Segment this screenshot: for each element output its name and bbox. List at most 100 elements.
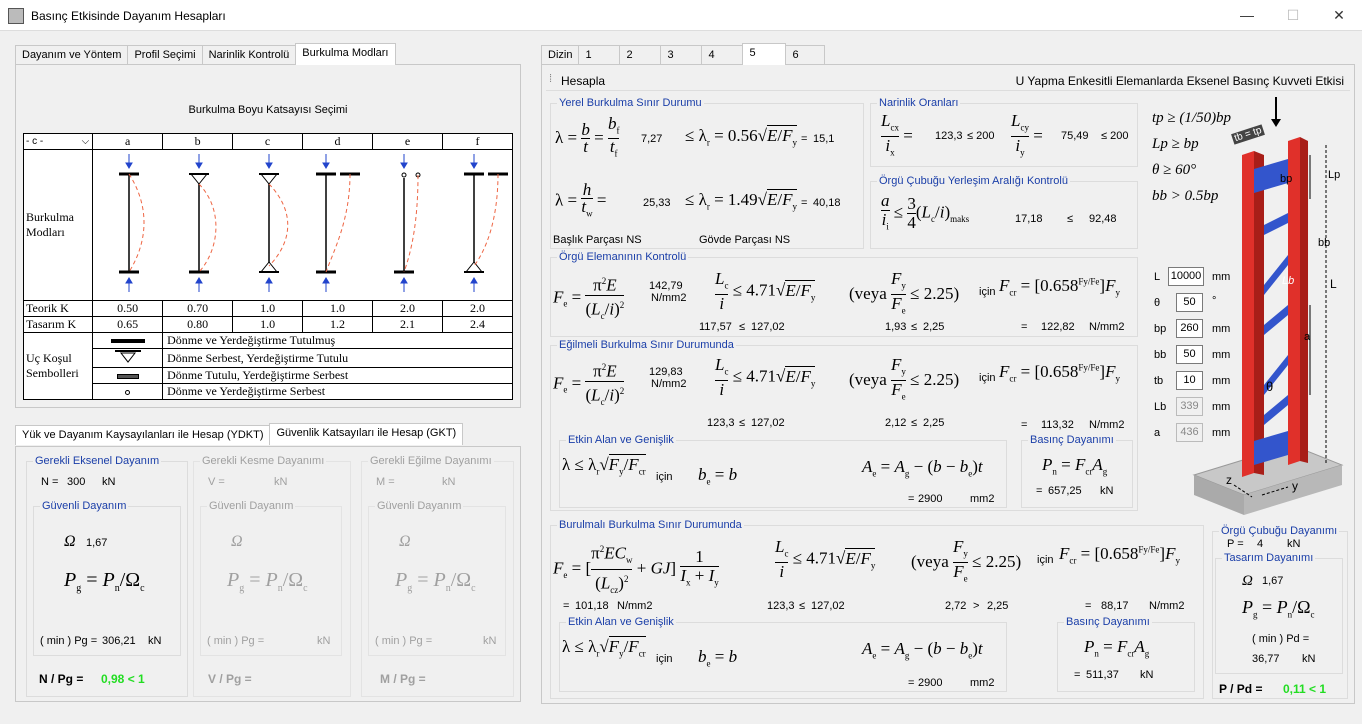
tab-5[interactable]: 5 xyxy=(742,43,787,65)
teorik-e: 2.0 xyxy=(372,300,443,317)
ls-omega-symbol: Ω xyxy=(1242,573,1253,589)
shear-pg-label: ( min ) Pg = xyxy=(207,635,265,647)
pg-value: 306,21 xyxy=(102,635,136,647)
flex-fcr-unit: N/mm2 xyxy=(1089,419,1125,431)
teorik-c: 1.0 xyxy=(232,300,304,317)
tasarim-c: 1.0 xyxy=(232,316,304,333)
ls-design-title: Tasarım Dayanımı xyxy=(1222,552,1316,564)
flex-fe-formula: Fe = π2E (Lc/i)2 xyxy=(553,358,625,411)
dim-lb-label: Lb xyxy=(1154,401,1167,413)
tab-dizin[interactable]: Dizin xyxy=(541,45,580,65)
lacing-s2-op: ≤ xyxy=(911,321,918,333)
pg-unit: kN xyxy=(148,635,162,647)
k-select[interactable]: - c - ⌵ xyxy=(22,133,94,150)
tab-narinlik-kontrolu[interactable]: Narinlik Kontrolü xyxy=(201,45,297,65)
tab-profil-secimi[interactable]: Profil Seçimi xyxy=(127,45,203,65)
col-b: b xyxy=(162,133,234,150)
basinc1-title: Basınç Dayanımı xyxy=(1028,434,1116,446)
flex-fe-unit: N/mm2 xyxy=(651,378,687,390)
tors-s2: 2,72 xyxy=(945,600,967,612)
tors-lc-formula: Lc i ≤ 4.71√E/Fy xyxy=(775,537,876,582)
lacing-fe-val: 142,79 xyxy=(649,280,683,292)
flex-s1-bound: 127,02 xyxy=(751,417,785,429)
lacing-fe-unit: N/mm2 xyxy=(651,292,687,304)
basinc1-eq: = xyxy=(1036,485,1043,497)
close-button[interactable]: ✕ xyxy=(1316,0,1362,31)
symbol-desc-2: Dönme Serbest, Yerdeğiştirme Tutulu xyxy=(162,348,513,368)
spacing-op: ≤ xyxy=(1067,213,1074,225)
m-pg-label: M / Pg = xyxy=(380,672,426,686)
axial-group: Gerekli Eksenel Dayanım N = 300 kN Güven… xyxy=(26,455,188,697)
teorik-b: 0.70 xyxy=(162,300,234,317)
lambda-r-flange-eq: = xyxy=(801,133,808,145)
bending-title: Gerekli Eğilme Dayanımı xyxy=(368,455,494,467)
tab-gkt[interactable]: Güvenlik Katsayıları ile Hesap (GKT) xyxy=(269,423,464,445)
row-modes-label: Burkulma Modları xyxy=(22,149,94,301)
dim-tb-label: tb xyxy=(1154,375,1164,387)
shear-formula: Pg = Pn/Ωc xyxy=(227,569,308,594)
ls-omega-val: 1,67 xyxy=(1262,575,1284,587)
ls-p-val: 4 xyxy=(1257,538,1264,550)
n-unit: kN xyxy=(102,476,116,488)
flex-s2: 2,12 xyxy=(885,417,907,429)
tors-s2-bound: 2,25 xyxy=(987,600,1009,612)
n-value: 300 xyxy=(67,476,86,488)
symbol-desc-4: Dönme ve Yerdeğiştirme Serbest xyxy=(162,383,513,400)
basinc2-eq: = xyxy=(1074,669,1081,681)
fig-lb: Lb xyxy=(1282,275,1295,287)
lacing-s2: 1,93 xyxy=(885,321,907,333)
row-tasarim-label: Tasarım K xyxy=(22,316,94,333)
tors-s1-bound: 127,02 xyxy=(811,600,845,612)
grip-icon: ⁞ xyxy=(549,73,553,85)
tab-2[interactable]: 2 xyxy=(619,45,662,65)
minimize-button[interactable]: — xyxy=(1224,0,1270,31)
lacing-fcr-formula: Fcr = [0.658Fy/Fe]Fy xyxy=(999,276,1120,298)
tors-fe-val: 101,18 xyxy=(575,600,609,612)
bending-omega-symbol: Ω xyxy=(399,533,411,550)
eff1-icin: için xyxy=(656,471,673,483)
n-pg-ratio: 0,98 < 1 xyxy=(101,672,145,686)
symbol-pin-icon xyxy=(92,348,164,368)
fig-bb: bb xyxy=(1318,237,1331,249)
tab-3[interactable]: 3 xyxy=(660,45,703,65)
lacing-strength-group: Örgü Çubuğu Dayanımı P = 4 kN Tasarım Da… xyxy=(1212,525,1348,699)
flex-s1: 123,3 xyxy=(707,417,735,429)
tors-fe-eq: = xyxy=(563,600,570,612)
lambda-r-web-eq: = xyxy=(801,197,808,209)
n-label: N = xyxy=(41,476,59,488)
teorik-f: 2.0 xyxy=(441,300,514,317)
compression-strength-1: Basınç Dayanımı Pn = FcrAg = 657,25 kN xyxy=(1021,434,1133,508)
effective-area-2: Etkin Alan ve Genişlik λ ≤ λr√Fy/Fcr içi… xyxy=(559,616,1007,692)
eff1-ae-formula: Ae = Ag − (b − be)t xyxy=(862,457,983,479)
torsional-group: Burulmalı Burkulma Sınır Durumunda Fe = … xyxy=(550,519,1204,699)
spacing-group: Örgü Çubuğu Yerleşim Aralığı Kontrolü ai… xyxy=(870,175,1138,249)
maximize-button[interactable]: ☐ xyxy=(1270,0,1316,31)
pg-label: ( min ) Pg = xyxy=(40,635,98,647)
tab-ydkt[interactable]: Yük ve Dayanım Kaysayılanları ile Hesap … xyxy=(15,425,271,445)
tors-s1-op: ≤ xyxy=(799,600,806,612)
lambda-web-formula: λ = h tw = xyxy=(555,181,606,221)
hesapla-button[interactable]: Hesapla xyxy=(561,74,605,88)
shear-group: Gerekli Kesme Dayanımı V = kN Güvenli Da… xyxy=(193,455,351,697)
tab-6[interactable]: 6 xyxy=(785,45,826,65)
teorik-a: 0.50 xyxy=(92,300,164,317)
tab-dayanim-yontem[interactable]: Dayanım ve Yöntem xyxy=(15,45,129,65)
axial-title: Gerekli Eksenel Dayanım xyxy=(33,455,162,467)
symbol-desc-1: Dönme ve Yerdeğiştirme Tutulmuş xyxy=(162,332,513,349)
eff1-ae-unit: mm2 xyxy=(970,493,995,505)
tab-4[interactable]: 4 xyxy=(701,45,744,65)
calc-panel: ⁞ Hesapla U Yapma Enkesitli Elemanlarda … xyxy=(541,64,1355,704)
tors-fy-formula: (veya Fy Fe ≤ 2.25) xyxy=(911,538,1021,588)
calc-header: ⁞ Hesapla U Yapma Enkesitli Elemanlarda … xyxy=(546,69,1350,91)
symbol-roller-icon xyxy=(92,367,164,384)
col-d: d xyxy=(302,133,374,150)
tab-1[interactable]: 1 xyxy=(578,45,621,65)
slender-title: Narinlik Oranları xyxy=(877,97,961,109)
lacing-check-group: Örgü Elemanının Kontrolü Fe = π2E (Lc/i)2… xyxy=(550,251,1138,337)
tab-burkulma-modlari[interactable]: Burkulma Modları xyxy=(295,43,396,65)
lambda-flange-val: 7,27 xyxy=(641,133,663,145)
bending-safe-title: Güvenli Dayanım xyxy=(375,500,464,512)
ls-p-unit: kN xyxy=(1287,538,1301,550)
row-teorik-label: Teorik K xyxy=(22,300,94,317)
tors-s1: 123,3 xyxy=(767,600,795,612)
